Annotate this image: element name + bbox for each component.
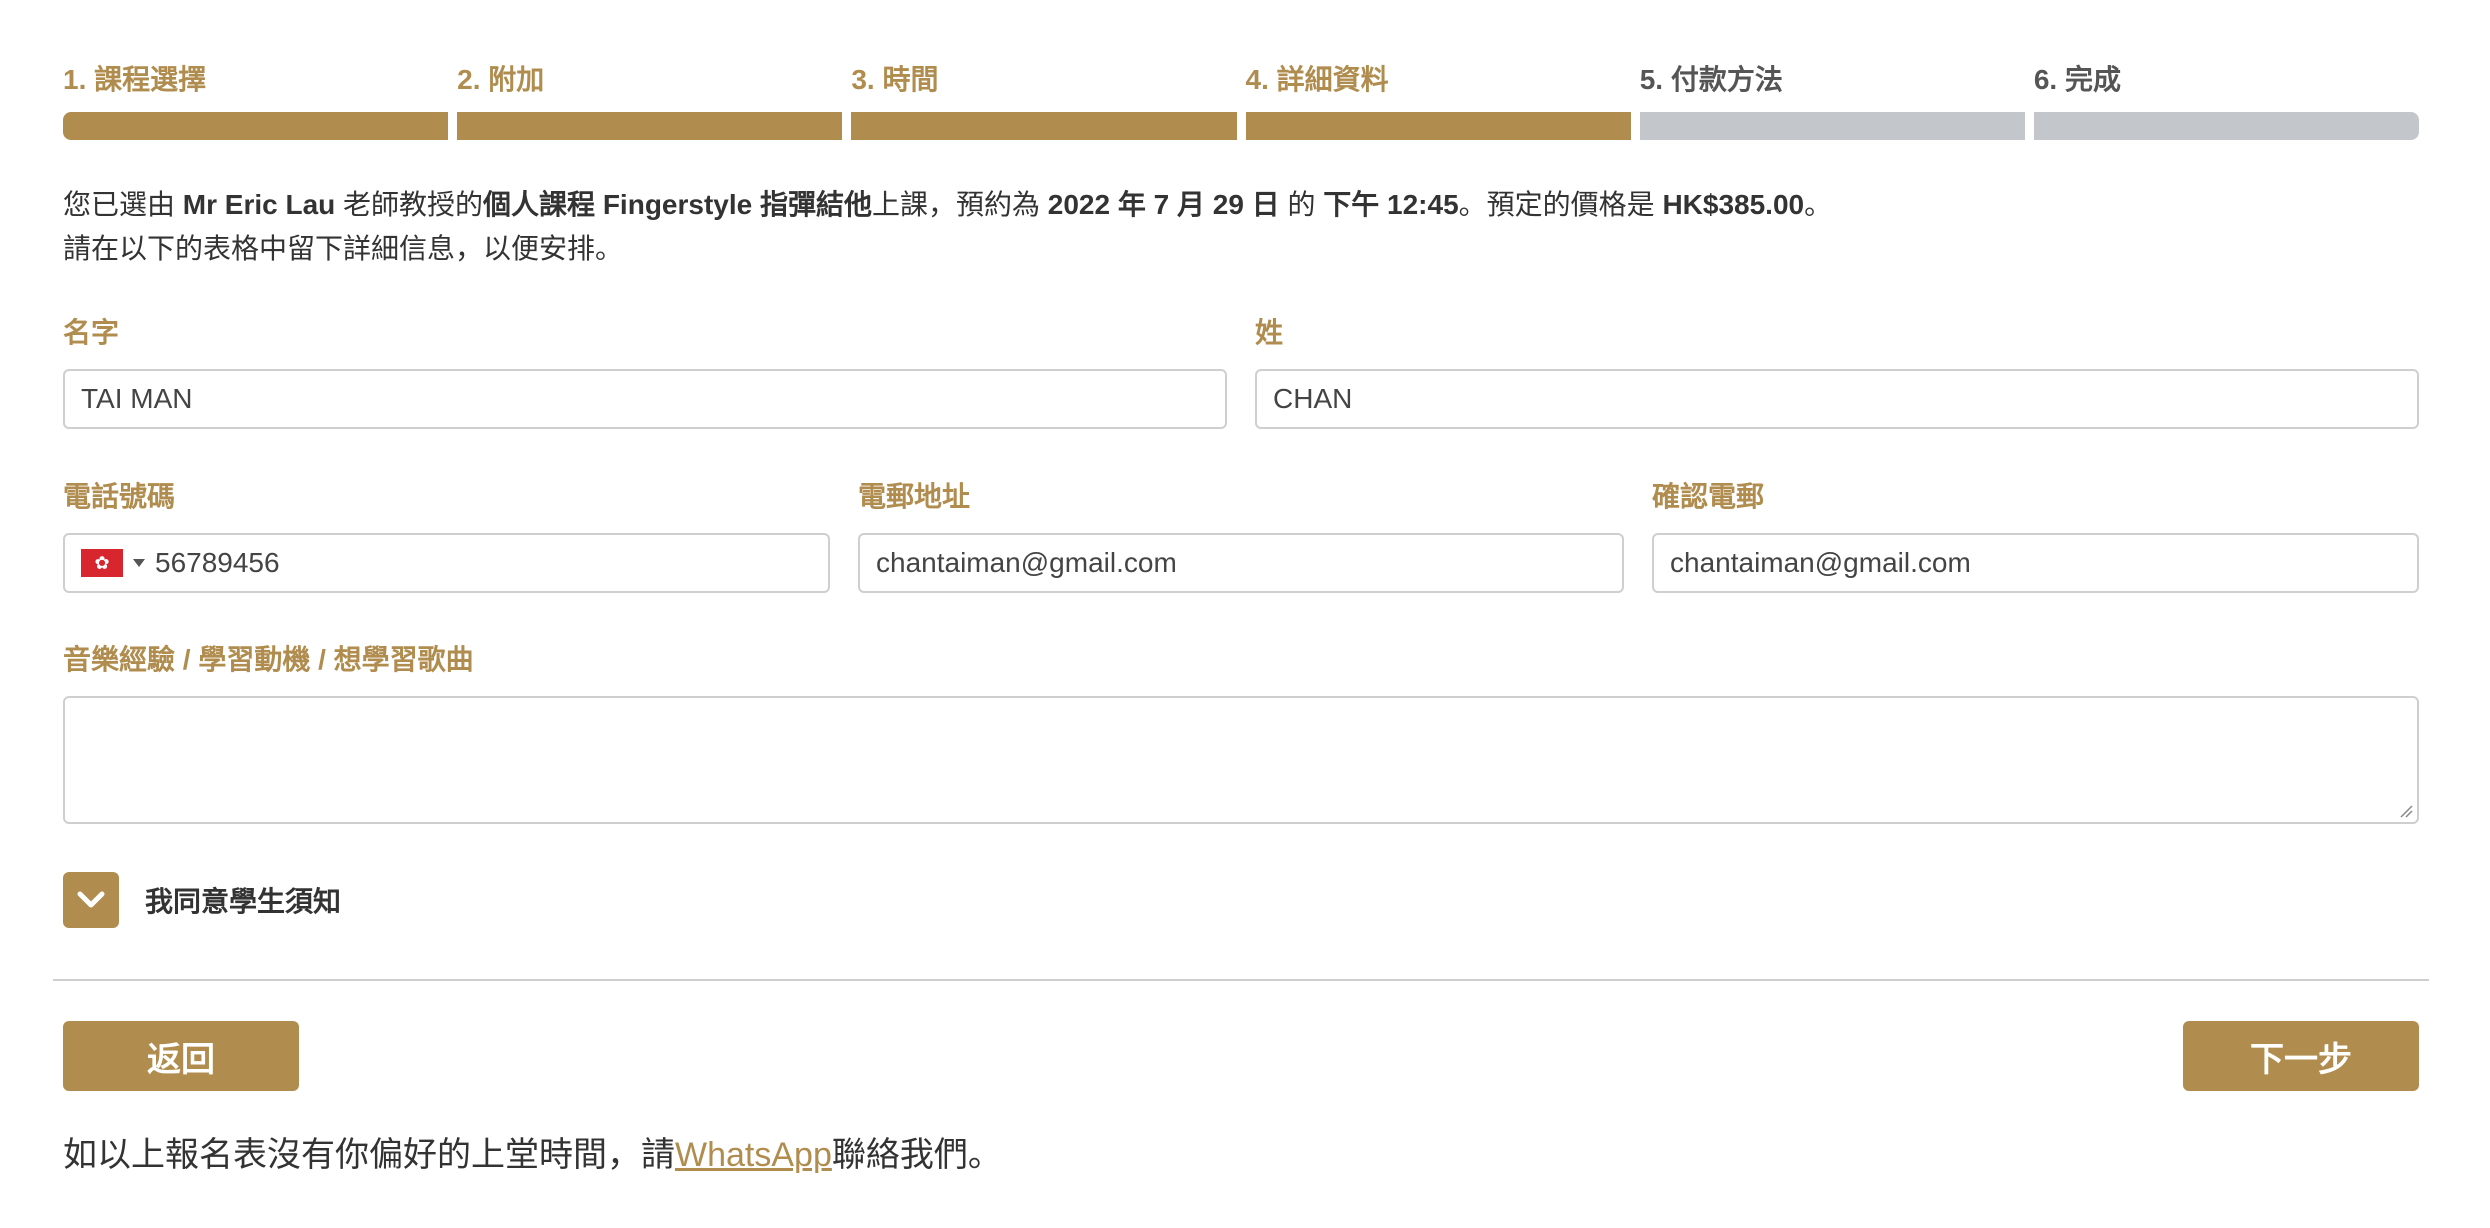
notes-textarea[interactable] bbox=[63, 696, 2419, 824]
email-input[interactable]: chantaiman@gmail.com bbox=[858, 533, 1624, 593]
footer-text: 如以上報名表沒有你偏好的上堂時間，請 bbox=[63, 1136, 675, 1174]
divider bbox=[53, 979, 2429, 981]
booking-price: HK$385.00 bbox=[1662, 189, 1805, 220]
step-bar bbox=[1639, 112, 2025, 140]
step-label: 1. 課程選擇 bbox=[63, 64, 207, 95]
first-name-label: 名字 bbox=[63, 317, 120, 348]
summary-text: 老師教授的 bbox=[335, 189, 484, 220]
phone-input[interactable]: ✿ 56789456 bbox=[63, 533, 830, 593]
summary-line-1: 您已選由 Mr Eric Lau 老師教授的個人課程 Fingerstyle 指… bbox=[63, 183, 2419, 227]
footer-note: 如以上報名表沒有你偏好的上堂時間，請WhatsApp聯絡我們。 bbox=[63, 1130, 1002, 1180]
step-label: 5. 付款方法 bbox=[1639, 64, 1783, 95]
first-name-field: 名字 TAI MAN bbox=[63, 313, 1227, 429]
booking-summary: 您已選由 Mr Eric Lau 老師教授的個人課程 Fingerstyle 指… bbox=[63, 183, 2419, 271]
summary-text: 。 bbox=[1804, 189, 1833, 220]
last-name-input[interactable]: CHAN bbox=[1255, 369, 2419, 429]
resize-grip-icon[interactable] bbox=[2399, 804, 2413, 818]
confirm-email-input[interactable]: chantaiman@gmail.com bbox=[1652, 533, 2419, 593]
chevron-down-icon bbox=[77, 891, 105, 908]
last-name-field: 姓 CHAN bbox=[1255, 313, 2419, 429]
first-name-input[interactable]: TAI MAN bbox=[63, 369, 1227, 429]
next-button[interactable]: 下一步 bbox=[2183, 1021, 2419, 1091]
step-course-selection: 1. 課程選擇 bbox=[63, 60, 449, 146]
agree-terms[interactable]: 我同意學生須知 bbox=[63, 872, 341, 928]
course-name: 個人課程 Fingerstyle 指彈結他 bbox=[483, 189, 872, 220]
hong-kong-flag-icon[interactable]: ✿ bbox=[81, 549, 123, 577]
booking-date: 2022 年 7 月 29 日 bbox=[1047, 189, 1280, 220]
agree-toggle[interactable] bbox=[63, 872, 119, 928]
step-label: 6. 完成 bbox=[2033, 64, 2121, 95]
phone-value: 56789456 bbox=[155, 547, 280, 578]
step-bar bbox=[457, 112, 843, 140]
step-label: 2. 附加 bbox=[457, 64, 545, 95]
email-label: 電郵地址 bbox=[858, 481, 971, 512]
progress-steps: 1. 課程選擇 2. 附加 3. 時間 4. 詳細資料 5. 付款方法 6. 完… bbox=[63, 60, 2420, 146]
booking-time: 下午 12:45 bbox=[1323, 189, 1459, 220]
step-bar bbox=[2033, 112, 2420, 140]
whatsapp-link[interactable]: WhatsApp bbox=[675, 1136, 832, 1174]
confirm-email-label: 確認電郵 bbox=[1652, 481, 1765, 512]
step-details: 4. 詳細資料 bbox=[1245, 60, 1631, 146]
confirm-email-field: 確認電郵 chantaiman@gmail.com bbox=[1652, 477, 2419, 593]
summary-line-2: 請在以下的表格中留下詳細信息，以便安排。 bbox=[63, 233, 624, 264]
summary-text: 您已選由 bbox=[63, 189, 183, 220]
notes-label: 音樂經驗 / 學習動機 / 想學習歌曲 bbox=[63, 644, 474, 675]
back-button[interactable]: 返回 bbox=[63, 1021, 299, 1091]
summary-text: 。預定的價格是 bbox=[1458, 189, 1663, 220]
email-field: 電郵地址 chantaiman@gmail.com bbox=[858, 477, 1624, 593]
caret-down-icon[interactable] bbox=[133, 559, 145, 567]
step-bar bbox=[63, 112, 449, 140]
agree-label: 我同意學生須知 bbox=[145, 886, 342, 917]
notes-field: 音樂經驗 / 學習動機 / 想學習歌曲 bbox=[63, 640, 2419, 824]
phone-field: 電話號碼 ✿ 56789456 bbox=[63, 477, 830, 593]
step-payment: 5. 付款方法 bbox=[1639, 60, 2025, 146]
step-time: 3. 時間 bbox=[851, 60, 1237, 146]
last-name-label: 姓 bbox=[1255, 317, 1284, 348]
step-bar bbox=[851, 112, 1237, 140]
teacher-name: Mr Eric Lau bbox=[182, 189, 336, 220]
step-addons: 2. 附加 bbox=[457, 60, 843, 146]
step-bar bbox=[1245, 112, 1631, 140]
summary-text: 上課，預約為 bbox=[872, 189, 1048, 220]
step-label: 4. 詳細資料 bbox=[1245, 64, 1389, 95]
summary-text: 的 bbox=[1279, 189, 1324, 220]
step-complete: 6. 完成 bbox=[2033, 60, 2420, 146]
footer-text: 聯絡我們。 bbox=[831, 1136, 1002, 1174]
step-label: 3. 時間 bbox=[851, 64, 939, 95]
phone-label: 電話號碼 bbox=[63, 481, 176, 512]
